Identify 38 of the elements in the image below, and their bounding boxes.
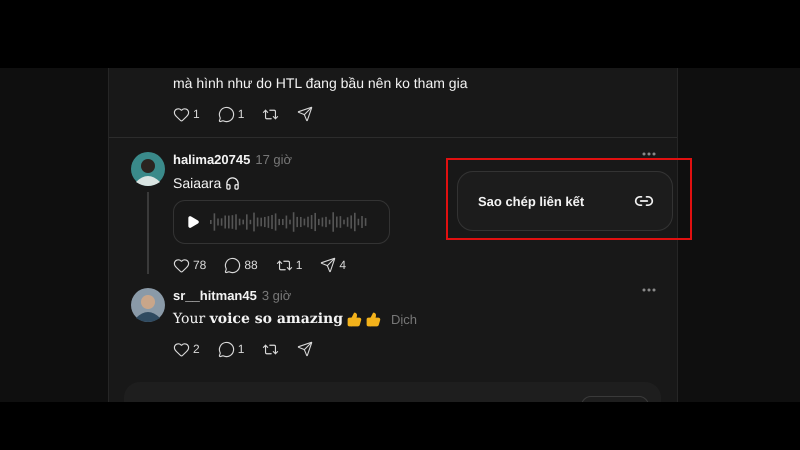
- heart-icon: [173, 106, 190, 122]
- avatar: [131, 288, 165, 322]
- timestamp: 17 giờ: [255, 152, 292, 167]
- like-button[interactable]: 78: [173, 256, 206, 274]
- like-button[interactable]: 2: [173, 340, 200, 358]
- heart-icon: [173, 340, 190, 358]
- thumbs-up-icon: [366, 312, 382, 326]
- paper-plane-icon: [320, 257, 336, 273]
- speech-bubble-icon: [218, 340, 235, 358]
- more-button[interactable]: [642, 288, 656, 292]
- reply-text: Saiaara: [173, 174, 222, 192]
- more-icon: [642, 152, 656, 156]
- speech-bubble-icon: [218, 106, 235, 122]
- comment-button[interactable]: 1: [218, 340, 244, 358]
- share-button[interactable]: [297, 341, 314, 357]
- share-button[interactable]: [297, 106, 314, 122]
- timestamp: 3 giờ: [262, 288, 292, 303]
- username[interactable]: sr__hitman45: [173, 288, 257, 303]
- speech-bubble-icon: [224, 256, 242, 274]
- paper-plane-icon: [297, 341, 314, 357]
- paper-plane-icon: [297, 106, 314, 122]
- share-button[interactable]: 4: [320, 257, 346, 273]
- comment-button[interactable]: 1: [218, 106, 244, 122]
- thumbs-up-icon: [347, 312, 362, 326]
- repost-button[interactable]: 1: [276, 256, 302, 274]
- translate-link[interactable]: Dịch: [391, 312, 418, 326]
- comment-button[interactable]: 88: [224, 256, 258, 274]
- reply-text: Your voice so amazing: [173, 310, 344, 328]
- more-icon: [642, 288, 656, 292]
- menu-item[interactable]: Sao chép liên kết: [458, 191, 672, 211]
- username[interactable]: halima20745: [173, 152, 250, 167]
- heart-icon: [173, 256, 190, 274]
- avatar: [131, 152, 165, 186]
- more-button[interactable]: [642, 152, 656, 156]
- like-button[interactable]: 1: [173, 106, 200, 122]
- play-button[interactable]: [186, 215, 200, 229]
- post-text: mà hình như do HTL đang bầu nên ko tham gia: [173, 75, 468, 91]
- headphones-icon: [225, 176, 240, 190]
